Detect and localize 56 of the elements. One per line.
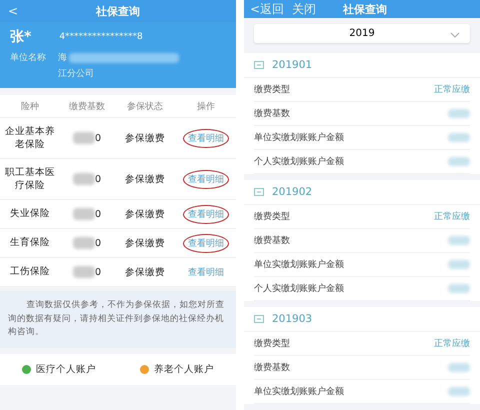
field-label: 个人实缴划账账户金额 <box>254 282 344 295</box>
base-amount: 0 <box>94 174 102 184</box>
view-details-link[interactable]: 查看明细 <box>183 204 229 224</box>
status-text: 参保缴费 <box>124 172 166 186</box>
back-button[interactable]: <返回 <box>250 0 284 18</box>
column-header: 参保状态 <box>126 100 164 112</box>
field-label: 缴费类型 <box>254 84 290 96</box>
field-label: 缴费基数 <box>254 108 290 120</box>
person-name: 张* <box>10 28 32 46</box>
field-label: 缴费基数 <box>254 234 290 247</box>
column-header: 缴费基数 <box>68 100 106 112</box>
company-name: 江分公司 <box>58 68 94 80</box>
insurance-type: 生育保险 <box>9 236 51 250</box>
insurance-type: 职工基本医疗保险 <box>4 166 56 192</box>
field-label: 单位实缴划账账户金额 <box>254 386 344 398</box>
field-label: 缴费类型 <box>254 210 290 223</box>
base-amount: 0 <box>94 238 102 248</box>
field-label: 个人实缴划账账户金额 <box>254 156 344 168</box>
view-details-link[interactable]: 查看明细 <box>183 234 229 252</box>
company-name: 海 <box>58 52 67 64</box>
field-value: 正常应缴 <box>434 84 470 96</box>
status-text: 参保缴费 <box>124 208 166 220</box>
view-details-link[interactable]: 查看明细 <box>183 128 229 148</box>
status-text: 参保缴费 <box>124 236 166 250</box>
notice-text: 查询数据仅供参考，不作为参保依据，如您对所查询的数据有疑问，请持相关证件到参保地的社保经办机构咨询。 <box>0 291 236 348</box>
insurance-type: 失业保险 <box>9 207 51 221</box>
month-title: 201901 <box>272 59 312 71</box>
page-title: 社保查询 <box>343 2 387 16</box>
month-title: 201902 <box>272 186 312 198</box>
insurance-type: 工伤保险 <box>9 265 51 279</box>
id-number: 4****************8 <box>59 32 143 42</box>
field-label: 单位实缴划账账户金额 <box>254 258 344 271</box>
status-text: 参保缴费 <box>124 266 166 278</box>
insurance-type: 企业基本养老保险 <box>4 124 56 152</box>
account-link[interactable]: 养老个人账户 <box>134 362 220 377</box>
field-value: 正常应缴 <box>434 210 470 223</box>
chevron-down-icon <box>450 32 460 38</box>
field-value: 正常应缴 <box>434 338 470 350</box>
back-button[interactable]: < <box>8 4 18 18</box>
company-label: 单位名称 <box>10 52 46 65</box>
month-title: 201903 <box>272 313 312 325</box>
base-amount: 0 <box>94 132 102 144</box>
column-header: 险种 <box>20 100 40 112</box>
field-label: 缴费类型 <box>254 338 290 350</box>
view-details-link[interactable]: 查看明细 <box>183 170 229 188</box>
page-title: 社保查询 <box>96 4 140 18</box>
close-button[interactable]: 关闭 <box>292 0 316 18</box>
status-text: 参保缴费 <box>124 132 166 144</box>
base-amount: 0 <box>94 208 102 220</box>
account-link[interactable]: 医疗个人账户 <box>16 362 102 377</box>
base-amount: 0 <box>94 266 102 278</box>
year-dropdown[interactable]: 2019 <box>254 24 470 43</box>
column-header: 操作 <box>196 100 216 112</box>
field-label: 缴费基数 <box>254 362 290 374</box>
view-details-link[interactable]: 查看明细 <box>183 262 229 282</box>
field-label: 单位实缴划账账户金额 <box>254 132 344 144</box>
